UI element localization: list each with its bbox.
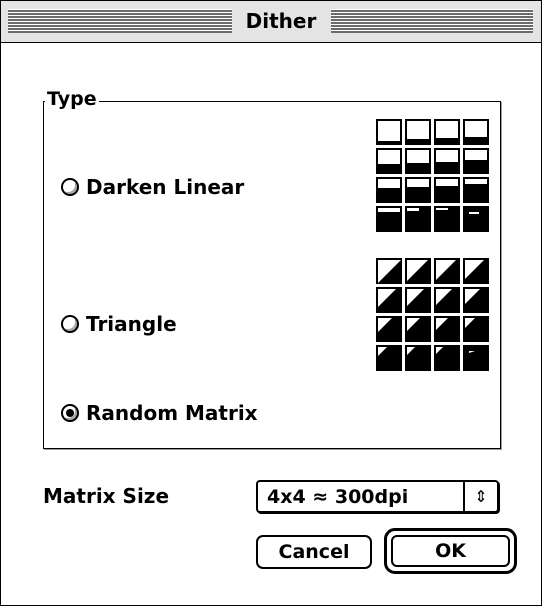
pattern-cell	[434, 119, 460, 145]
pattern-cell	[376, 206, 402, 232]
pattern-cell	[376, 177, 402, 203]
pattern-cell	[405, 345, 431, 371]
title-bar[interactable]: Dither	[1, 1, 541, 43]
type-group-label: Type	[45, 87, 99, 111]
pattern-cell	[376, 148, 402, 174]
triangle-pattern-preview	[376, 258, 489, 371]
title-bar-stripes-right	[331, 9, 533, 33]
pattern-cell	[463, 287, 489, 313]
title-bar-stripes-left	[8, 9, 232, 33]
pattern-cell	[376, 345, 402, 371]
up-down-arrows-icon: ⇕	[474, 486, 488, 506]
radio-button-triangle[interactable]	[61, 315, 79, 333]
pattern-cell	[463, 177, 489, 203]
dialog-content: Type Darken Linear Triangle Random Matri…	[1, 43, 541, 605]
radio-button-random-matrix[interactable]	[61, 404, 79, 422]
pattern-cell	[405, 148, 431, 174]
radio-label-random-matrix: Random Matrix	[86, 401, 258, 425]
radio-option-darken-linear[interactable]: Darken Linear	[61, 175, 244, 199]
pattern-cell	[405, 316, 431, 342]
pattern-cell	[463, 316, 489, 342]
dither-dialog: Dither Type Darken Linear Triangle Rando…	[0, 0, 542, 606]
pattern-cell	[463, 258, 489, 284]
ok-button[interactable]: OK	[391, 535, 510, 567]
radio-label-triangle: Triangle	[86, 312, 177, 336]
matrix-size-label: Matrix Size	[43, 484, 170, 508]
pattern-cell	[405, 177, 431, 203]
radio-option-triangle[interactable]: Triangle	[61, 312, 177, 336]
pattern-cell	[405, 258, 431, 284]
radio-label-darken-linear: Darken Linear	[86, 175, 245, 199]
radio-button-darken-linear[interactable]	[61, 178, 79, 196]
window-title: Dither	[233, 9, 329, 33]
radio-option-random-matrix[interactable]: Random Matrix	[61, 401, 258, 425]
cancel-button[interactable]: Cancel	[256, 535, 372, 569]
matrix-size-popup-menu[interactable]: 4x4 ≈ 300dpi ⇕	[256, 480, 499, 513]
pattern-cell	[463, 119, 489, 145]
pattern-cell	[376, 258, 402, 284]
pattern-cell	[463, 345, 489, 371]
pattern-cell	[434, 287, 460, 313]
pattern-cell	[405, 119, 431, 145]
darken-linear-pattern-preview	[376, 119, 489, 232]
pattern-cell	[405, 206, 431, 232]
pattern-cell	[434, 345, 460, 371]
matrix-size-selected-value: 4x4 ≈ 300dpi	[267, 485, 409, 508]
pattern-cell	[434, 316, 460, 342]
pattern-cell	[434, 177, 460, 203]
pattern-cell	[463, 206, 489, 232]
pattern-cell	[405, 287, 431, 313]
pattern-cell	[376, 119, 402, 145]
pattern-cell	[434, 148, 460, 174]
pattern-cell	[434, 206, 460, 232]
pattern-cell	[376, 287, 402, 313]
pattern-cell	[463, 148, 489, 174]
pattern-cell	[376, 316, 402, 342]
pattern-cell	[434, 258, 460, 284]
